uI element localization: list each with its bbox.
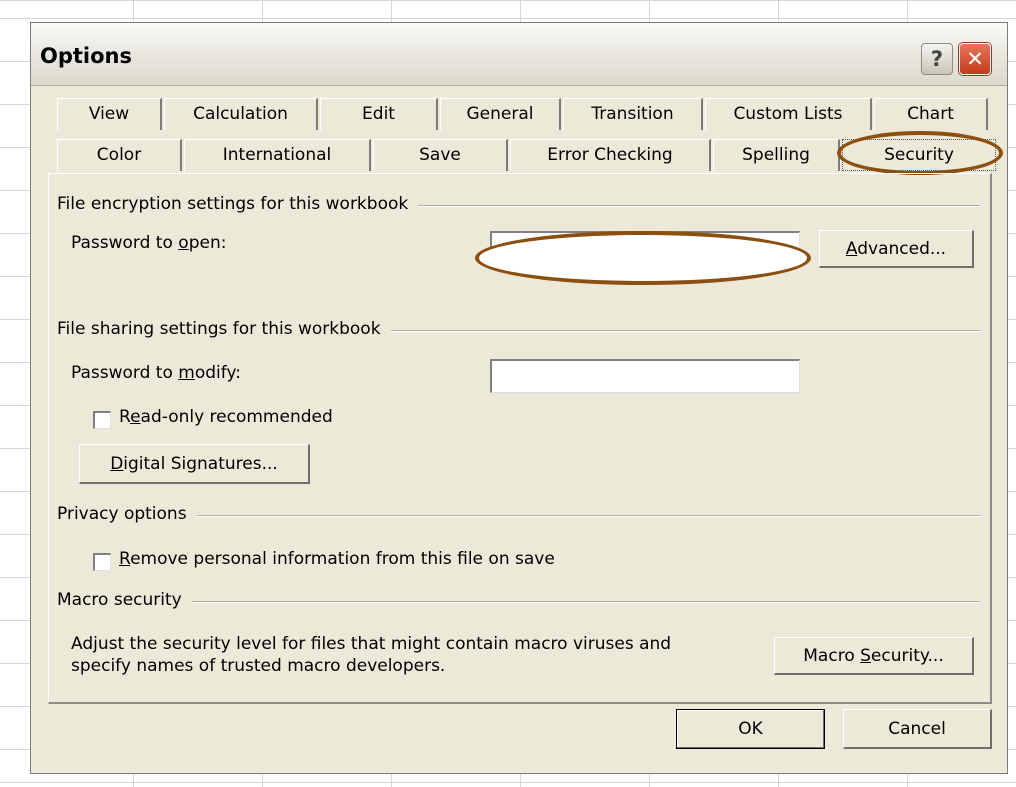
ok-button[interactable]: OK [676, 709, 825, 749]
privacy-heading: Privacy options [57, 504, 197, 524]
encryption-heading: File encryption settings for this workbo… [57, 194, 419, 214]
readonly-label[interactable]: Read-only recommended [119, 407, 333, 427]
tab-security[interactable]: Security [842, 139, 996, 171]
security-panel: File encryption settings for this workbo… [48, 173, 992, 704]
title-bar[interactable]: Options ? ✕ [31, 23, 1007, 86]
password-modify-field[interactable] [490, 359, 800, 393]
tab-chart[interactable]: Chart [874, 98, 988, 130]
password-modify-label: Password to modify: [71, 363, 241, 383]
tab-edit[interactable]: Edit [320, 98, 438, 130]
readonly-checkbox[interactable] [93, 411, 111, 429]
options-dialog: Options ? ✕ View Calculation Edit Genera… [30, 22, 1008, 774]
remove-personal-info-checkbox[interactable] [93, 553, 111, 571]
help-button[interactable]: ? [921, 43, 953, 75]
dialog-title: Options [40, 44, 132, 68]
tab-error-checking[interactable]: Error Checking [510, 139, 711, 171]
remove-personal-info-label[interactable]: Remove personal information from this fi… [119, 549, 555, 569]
close-icon: ✕ [966, 47, 984, 71]
cancel-button[interactable]: Cancel [843, 709, 992, 749]
tab-international[interactable]: International [184, 139, 371, 171]
macro-security-button[interactable]: Macro Security... [774, 637, 974, 675]
tab-transition[interactable]: Transition [563, 98, 703, 130]
password-open-field[interactable] [490, 231, 800, 265]
macro-group-line [59, 601, 980, 603]
tab-spelling[interactable]: Spelling [713, 139, 840, 171]
macro-description-line2: specify names of trusted macro developer… [71, 656, 446, 676]
tab-custom-lists[interactable]: Custom Lists [705, 98, 872, 130]
macro-heading: Macro security [57, 590, 192, 610]
tab-save[interactable]: Save [373, 139, 508, 171]
tab-color[interactable]: Color [57, 139, 182, 171]
tab-calculation[interactable]: Calculation [164, 98, 318, 130]
privacy-group-line [59, 515, 980, 517]
tab-view[interactable]: View [57, 98, 162, 130]
close-button[interactable]: ✕ [959, 43, 991, 75]
tab-general[interactable]: General [440, 98, 561, 130]
password-open-label: Password to open: [71, 233, 227, 253]
digital-signatures-button[interactable]: Digital Signatures... [79, 444, 310, 484]
advanced-button[interactable]: Advanced... [819, 230, 974, 268]
help-icon: ? [930, 47, 944, 71]
macro-description-line1: Adjust the security level for files that… [71, 634, 672, 654]
sharing-heading: File sharing settings for this workbook [57, 319, 391, 339]
